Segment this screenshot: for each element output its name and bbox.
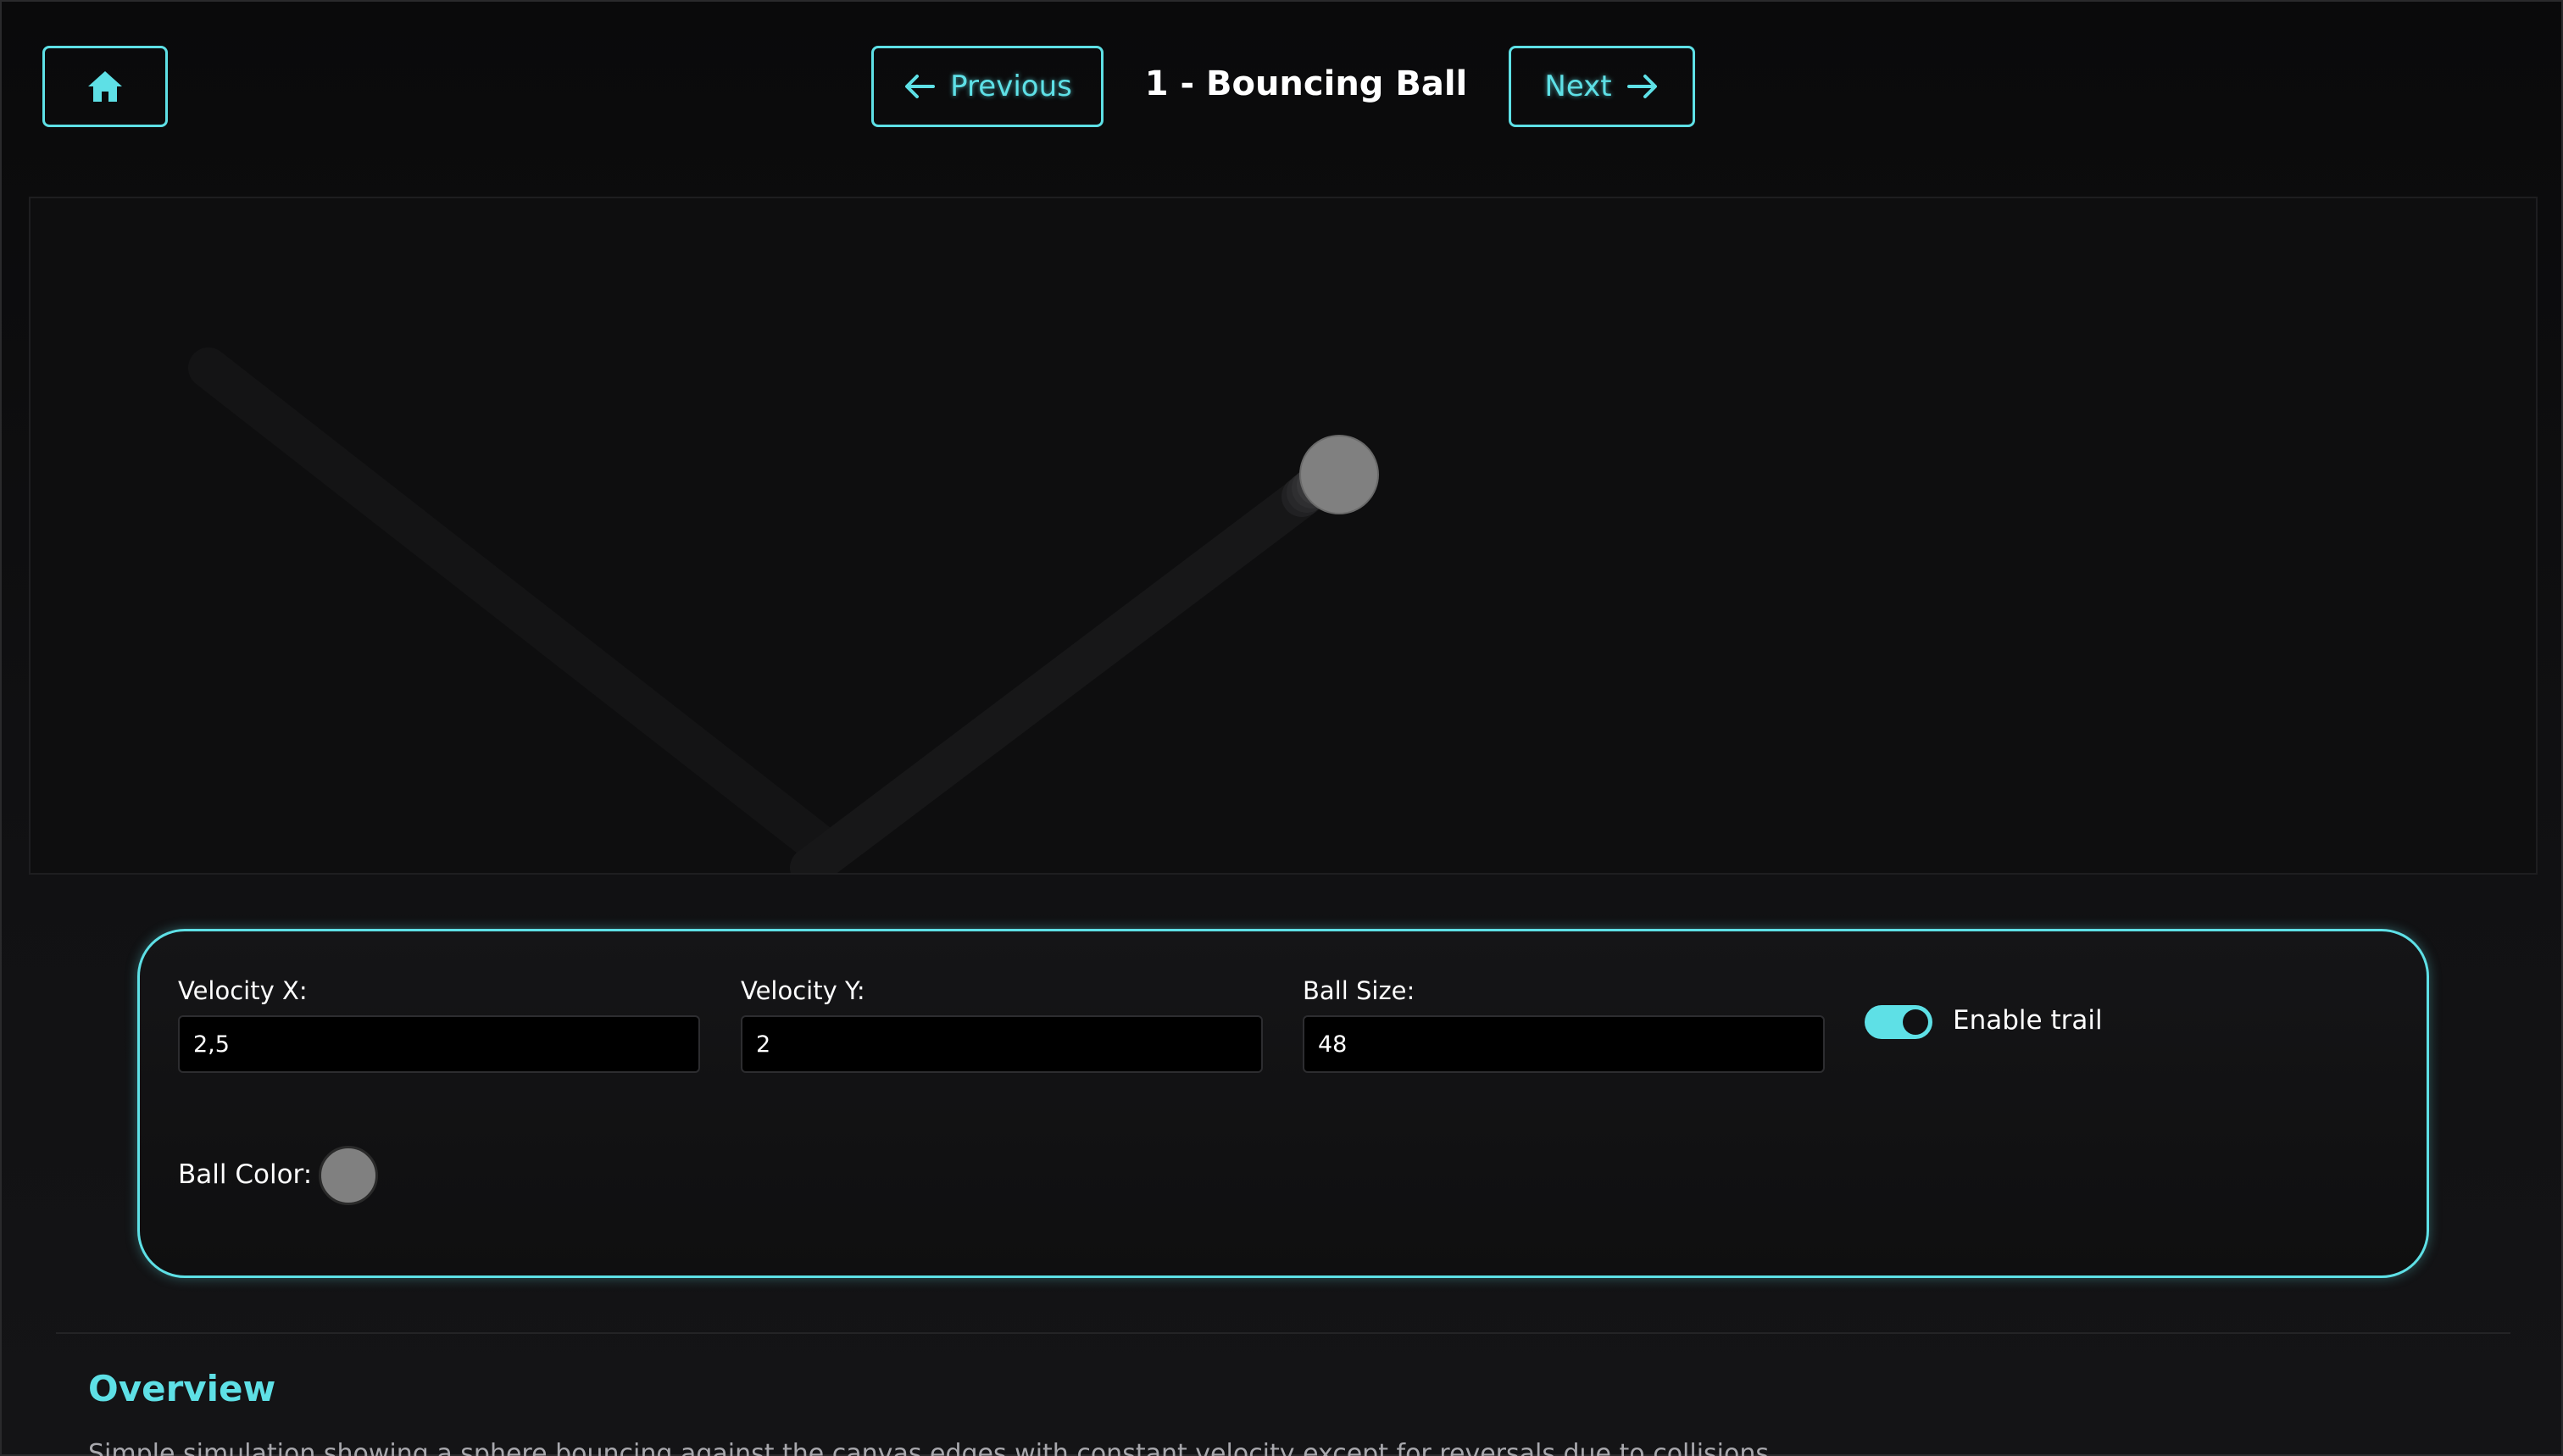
trail-toggle[interactable] [1865, 1005, 1932, 1039]
app-page: Previous 1 - Bouncing Ball Next Velocity… [0, 0, 2563, 1456]
next-label: Next [1544, 69, 1612, 103]
trail-segment [790, 458, 1348, 873]
arrow-right-icon [1626, 73, 1660, 100]
overview-title: Overview [88, 1368, 276, 1409]
overview-text: Simple simulation showing a sphere bounc… [88, 1439, 1777, 1456]
trail-toggle-label: Enable trail [1953, 1005, 2103, 1036]
controls-panel [137, 929, 2429, 1278]
home-button[interactable] [42, 46, 168, 127]
previous-label: Previous [950, 69, 1072, 103]
velocity-x-label: Velocity X: [178, 976, 308, 1005]
ball-color-swatch[interactable] [319, 1146, 378, 1205]
ball-size-input[interactable] [1303, 1015, 1825, 1073]
arrow-left-icon [903, 73, 937, 100]
trail-old-segment [188, 347, 848, 871]
page-title: 1 - Bouncing Ball [1144, 64, 1468, 103]
simulation-canvas[interactable] [29, 197, 2538, 875]
previous-button[interactable]: Previous [871, 46, 1104, 127]
ball-color-label: Ball Color: [178, 1159, 313, 1190]
ball-size-label: Ball Size: [1303, 976, 1415, 1005]
toggle-knob [1903, 1009, 1928, 1035]
home-icon [86, 69, 124, 103]
simulation-drawing [188, 347, 1379, 873]
velocity-x-input[interactable] [178, 1015, 700, 1073]
section-divider [56, 1332, 2510, 1334]
velocity-y-label: Velocity Y: [741, 976, 865, 1005]
next-button[interactable]: Next [1509, 46, 1695, 127]
velocity-y-input[interactable] [741, 1015, 1263, 1073]
ball [1299, 435, 1379, 514]
